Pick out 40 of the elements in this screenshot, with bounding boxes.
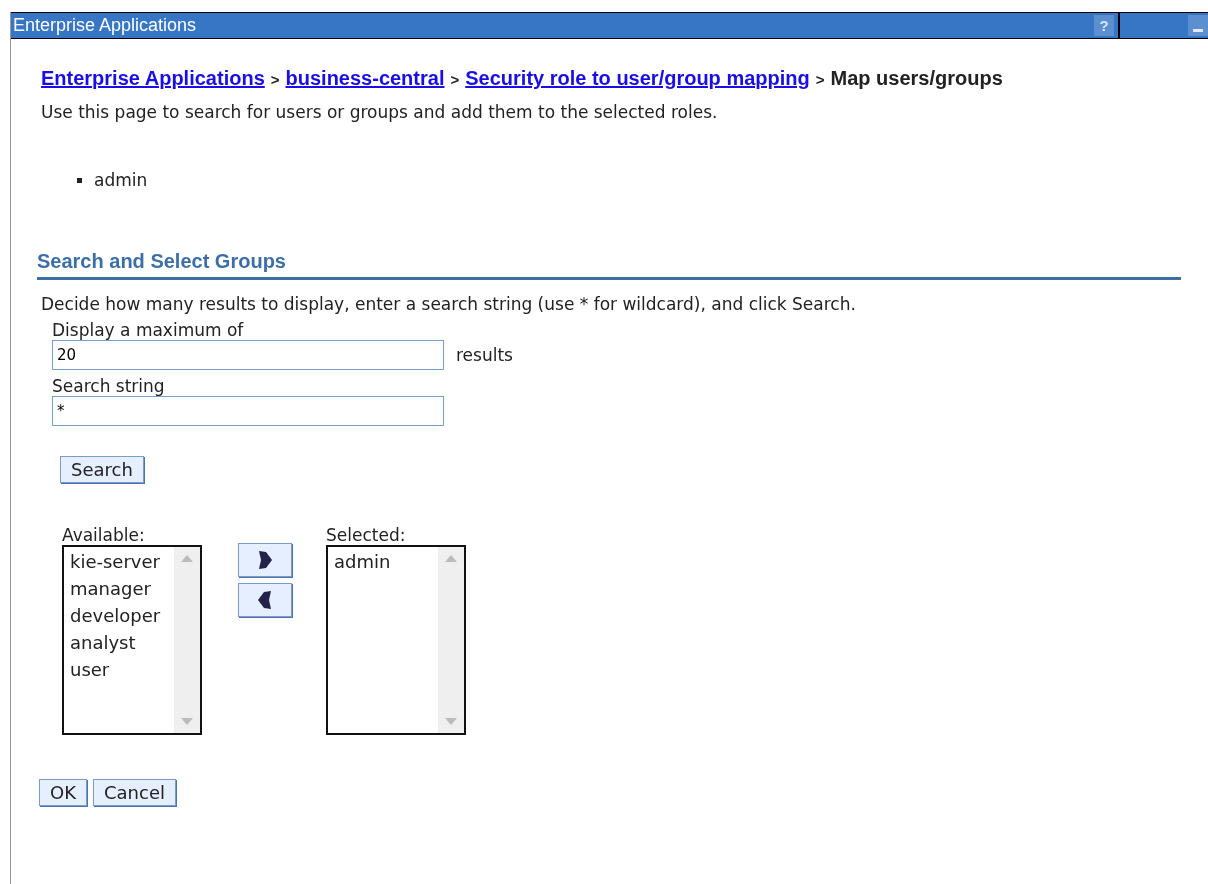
cancel-button[interactable]: Cancel [93, 779, 176, 806]
list-option[interactable]: kie-server [70, 548, 174, 575]
scroll-up-icon[interactable] [181, 555, 193, 562]
list-option[interactable]: manager [70, 575, 174, 602]
list-box[interactable]: kie-server manager developer analyst user [62, 545, 202, 735]
list-option[interactable]: developer [70, 602, 174, 629]
ok-button[interactable]: OK [39, 779, 87, 806]
left-arrow-icon [257, 590, 273, 610]
minimize-icon[interactable] [1188, 15, 1208, 36]
scroll-up-icon[interactable] [445, 555, 457, 562]
list-box[interactable]: admin [326, 545, 466, 735]
instructions: Decide how many results to display, enter a search string (use * for wildcard), and click Search. [41, 294, 857, 314]
list-option[interactable]: user [70, 656, 174, 683]
page-description: Use this page to search for users or groups and add them to the selected roles. [41, 102, 719, 122]
breadcrumb-separator: > [815, 71, 825, 88]
list-label: Selected: [326, 525, 407, 545]
bullet-icon [77, 177, 82, 183]
search-field[interactable]: * [52, 396, 444, 426]
scroll-down-icon[interactable] [181, 718, 193, 725]
add-button[interactable] [238, 543, 292, 577]
breadcrumb-separator: > [450, 71, 460, 88]
window-title: Enterprise Applications [12, 15, 198, 36]
results-label: results [456, 345, 513, 365]
field-label: Search string [52, 376, 166, 396]
list-option[interactable]: admin [334, 548, 438, 575]
role-name: admin [94, 170, 148, 190]
section-title: Search and Select Groups [37, 250, 1181, 280]
breadcrumb-link[interactable]: Enterprise Applications [41, 67, 265, 90]
list-label: Available: [62, 525, 146, 545]
search-button[interactable]: Search [60, 456, 144, 483]
remove-button[interactable] [238, 583, 292, 617]
right-arrow-icon [257, 550, 273, 570]
field-label: Display a maximum of [52, 320, 245, 340]
max-results-field[interactable]: 20 [52, 340, 444, 370]
breadcrumb-current: Map users/groups [830, 67, 1003, 90]
breadcrumb-link[interactable]: Security role to user/group mapping [465, 67, 810, 90]
breadcrumb-separator: > [270, 71, 280, 88]
scroll-down-icon[interactable] [445, 718, 457, 725]
breadcrumb-link[interactable]: business-central [285, 67, 445, 90]
list-option[interactable]: analyst [70, 629, 174, 656]
